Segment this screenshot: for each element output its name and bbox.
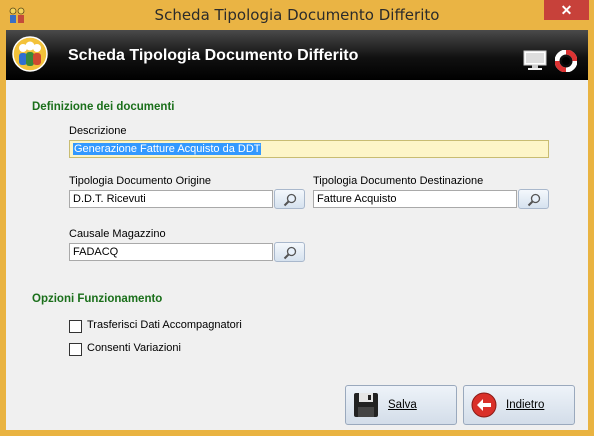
back-button-label: Indietro	[506, 399, 545, 411]
search-icon	[527, 193, 541, 207]
destinazione-label: Tipologia Documento Destinazione	[313, 175, 484, 187]
causale-search-button[interactable]	[274, 242, 305, 262]
floppy-disk-icon	[354, 393, 378, 417]
users-logo-icon	[12, 36, 48, 72]
causale-field[interactable]: FADACQ	[69, 243, 273, 261]
save-button-label: Salva	[388, 399, 417, 411]
header-banner: Scheda Tipologia Documento Differito	[6, 30, 588, 80]
window-titlebar: Scheda Tipologia Documento Differito ✕	[0, 0, 594, 30]
descrizione-value: Generazione Fatture Acquisto da DDT	[73, 143, 262, 155]
destinazione-field[interactable]: Fatture Acquisto	[313, 190, 517, 208]
search-icon	[283, 193, 297, 207]
checkbox-box[interactable]	[69, 320, 82, 333]
window-title: Scheda Tipologia Documento Differito	[154, 6, 440, 24]
causale-label: Causale Magazzino	[69, 228, 166, 240]
search-icon	[283, 246, 297, 260]
checkbox-box[interactable]	[69, 343, 82, 356]
back-button[interactable]: Indietro	[463, 385, 575, 425]
monitor-icon[interactable]	[523, 50, 547, 72]
close-button[interactable]: ✕	[544, 0, 589, 20]
section-title-opzioni: Opzioni Funzionamento	[32, 293, 163, 305]
section-title-definizione: Definizione dei documenti	[32, 101, 175, 113]
origine-search-button[interactable]	[274, 189, 305, 209]
checkbox-label: Consenti Variazioni	[87, 342, 181, 354]
back-arrow-icon	[471, 392, 497, 418]
descrizione-label: Descrizione	[69, 125, 127, 137]
save-button[interactable]: Salva	[345, 385, 457, 425]
header-title: Scheda Tipologia Documento Differito	[68, 47, 359, 64]
checkbox-label: Trasferisci Dati Accompagnatori	[87, 319, 242, 331]
destinazione-search-button[interactable]	[518, 189, 549, 209]
lifebuoy-icon[interactable]	[555, 50, 577, 72]
dialog-body: Scheda Tipologia Documento Differito Def…	[6, 30, 588, 430]
descrizione-field[interactable]: Generazione Fatture Acquisto da DDT	[69, 140, 549, 158]
origine-field[interactable]: D.D.T. Ricevuti	[69, 190, 273, 208]
origine-label: Tipologia Documento Origine	[69, 175, 212, 187]
